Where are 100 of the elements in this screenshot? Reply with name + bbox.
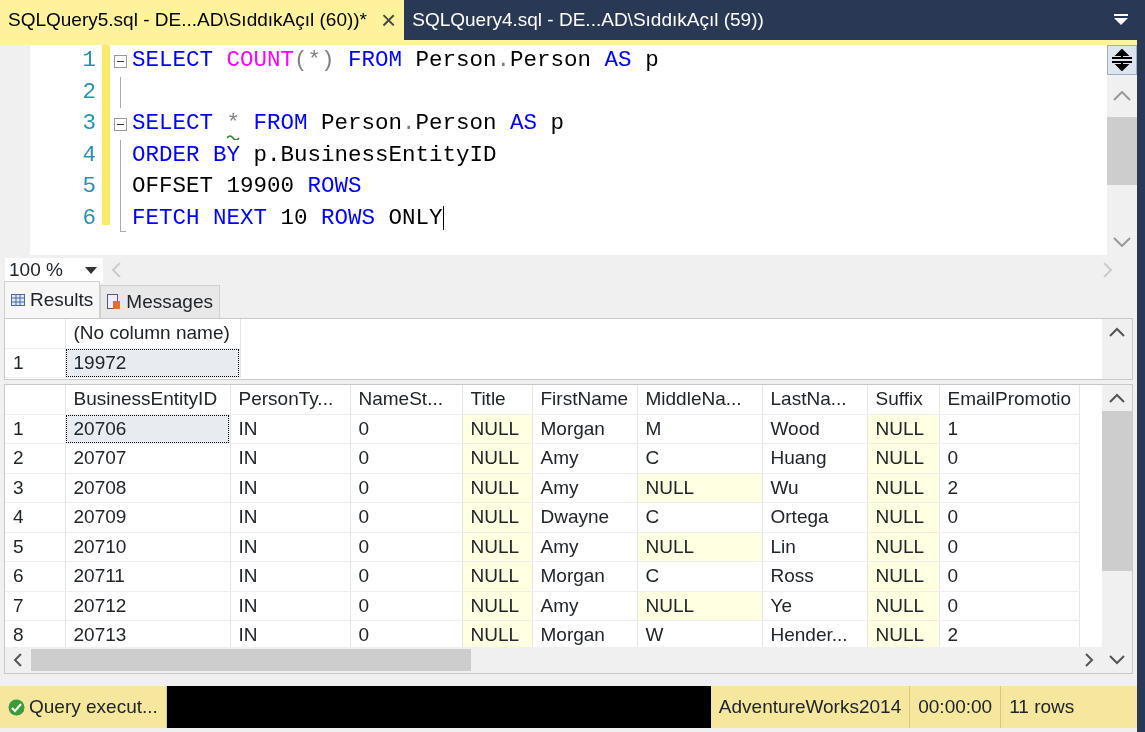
table-cell: 20710 (65, 532, 230, 562)
collapse-icon[interactable] (114, 55, 127, 68)
table-cell: 20709 (65, 502, 230, 532)
table-cell: Lin (762, 532, 867, 562)
table-cell: Morgan (532, 561, 637, 591)
row-number: 6 (5, 561, 65, 591)
table-cell: Ross (762, 561, 867, 591)
table-cell: 2 (939, 473, 1079, 503)
table-cell: 19972 (65, 348, 240, 378)
row-number: 1 (5, 348, 65, 378)
horizontal-scrollbar[interactable] (5, 647, 1102, 673)
table-cell: Amy (532, 473, 637, 503)
warning-squiggle-icon (226, 134, 240, 140)
table-cell: 20711 (65, 561, 230, 591)
scroll-up-icon[interactable] (1109, 327, 1125, 337)
table-cell: IN (230, 473, 350, 503)
table-cell: IN (230, 443, 350, 473)
table-cell: 0 (939, 502, 1079, 532)
scroll-right-icon[interactable] (1084, 653, 1094, 667)
column-header[interactable]: Suffix (867, 385, 939, 414)
line-number: 4 (81, 140, 96, 170)
column-header[interactable]: BusinessEntityID (65, 385, 230, 414)
table-cell: NULL (637, 473, 762, 503)
table-cell: IN (230, 561, 350, 591)
scroll-down-icon[interactable] (1109, 655, 1125, 665)
dropdown-icon[interactable] (1113, 14, 1129, 26)
column-header[interactable]: PersonTy... (230, 385, 350, 414)
row-number: 3 (5, 473, 65, 503)
line-number: 6 (81, 203, 96, 233)
table-cell: NULL (867, 502, 939, 532)
column-header[interactable]: Title (462, 385, 532, 414)
row-number: 4 (5, 502, 65, 532)
scroll-left-icon[interactable] (13, 653, 23, 667)
table-cell: 0 (350, 532, 462, 562)
column-header[interactable]: EmailPromotio (939, 385, 1079, 414)
column-header[interactable]: (No column name) (65, 319, 240, 348)
row-number: 1 (5, 414, 65, 444)
close-button[interactable]: × (381, 7, 397, 33)
table-cell: NULL (867, 443, 939, 473)
result-tab[interactable]: Messages (100, 284, 220, 318)
table-cell: NULL (462, 561, 532, 591)
split-icon[interactable] (1107, 45, 1137, 75)
table-cell: NULL (462, 591, 532, 621)
table-cell: C (637, 561, 762, 591)
text-cursor (442, 205, 445, 230)
editor-scrollbar[interactable] (1107, 45, 1137, 255)
table-cell: IN (230, 414, 350, 444)
line-number: 5 (81, 172, 96, 201)
table-cell: IN (230, 532, 350, 562)
table-cell: NULL (867, 532, 939, 562)
table-cell: M (637, 414, 762, 444)
table-cell: Ye (762, 591, 867, 621)
row-number: 7 (5, 591, 65, 621)
vertical-scrollbar[interactable] (1102, 319, 1132, 379)
code-line: FETCH NEXT 10 ROWS ONLY (132, 203, 446, 233)
table-cell: 1 (939, 414, 1079, 444)
table-cell: 0 (350, 414, 462, 444)
table-cell: 20707 (65, 443, 230, 473)
vertical-scrollbar[interactable] (1102, 385, 1132, 673)
caret-icon (85, 266, 97, 274)
column-header[interactable]: FirstName (532, 385, 637, 414)
table-cell: NULL (462, 414, 532, 444)
table-cell: 0 (939, 591, 1079, 621)
document-tab[interactable]: SQLQuery5.sql - DE...AD\SıddıkAçıl (60))* × (0, 0, 405, 40)
table-cell: IN (230, 502, 350, 532)
database-name: AdventureWorks2014 (710, 686, 911, 728)
grid-icon (11, 293, 25, 306)
table-cell: Ortega (762, 502, 867, 532)
table-cell: 0 (939, 532, 1079, 562)
table-cell: NULL (867, 620, 939, 647)
table-cell: NULL (462, 620, 532, 647)
table-cell: NULL (867, 414, 939, 444)
table-cell: Amy (532, 532, 637, 562)
column-header[interactable]: MiddleNa... (637, 385, 762, 414)
table-cell: 20712 (65, 591, 230, 621)
code-line: SELECT * FROM Person.Person AS p (132, 108, 1107, 140)
zoom-dropdown[interactable]: 100 % (5, 257, 103, 283)
column-header[interactable]: LastNa... (762, 385, 867, 414)
line-number: 1 (81, 46, 96, 75)
table-cell: 0 (350, 473, 462, 503)
code-line: SELECT COUNT(*) FROM Person.Person AS p (132, 46, 660, 75)
table-cell: NULL (637, 591, 762, 621)
document-tab[interactable]: SQLQuery4.sql - DE...AD\SıddıkAçıl (59)) (404, 0, 772, 40)
table-cell: NULL (867, 591, 939, 621)
column-header[interactable]: NameSt... (350, 385, 462, 414)
table-cell: Dwayne (532, 502, 637, 532)
table-cell: C (637, 502, 762, 532)
document-icon (107, 293, 122, 310)
table-cell: NULL (462, 443, 532, 473)
table-cell: NULL (637, 532, 762, 562)
table-cell: 20708 (65, 473, 230, 503)
collapse-icon[interactable] (114, 118, 127, 131)
scroll-up-icon[interactable] (1109, 393, 1125, 403)
row-number: 2 (5, 443, 65, 473)
table-cell: Morgan (532, 414, 637, 444)
table-cell: 0 (350, 502, 462, 532)
result-tab[interactable]: Results (4, 280, 101, 318)
success-check-icon (8, 698, 25, 716)
table-cell: 0 (350, 561, 462, 591)
row-number: 5 (5, 532, 65, 562)
